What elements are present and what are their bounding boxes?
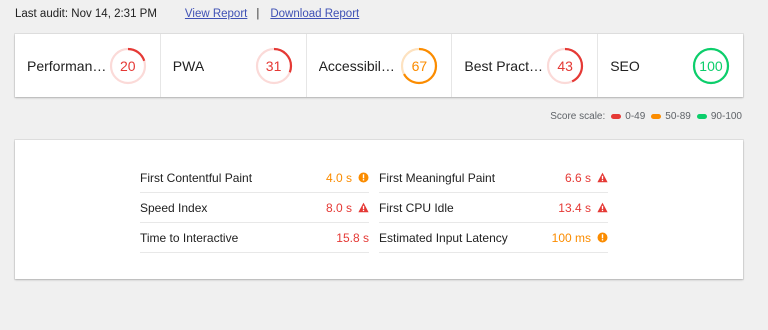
pass-swatch-icon [696, 114, 707, 119]
metric-name: Time to Interactive [140, 230, 239, 245]
warning-triangle-icon [597, 202, 608, 213]
scale-range-average: 50-89 [651, 111, 691, 122]
score-gauge: 43 [546, 47, 584, 85]
score-label: SEO [610, 57, 640, 74]
metrics-panel: First Contentful Paint 4.0 s Speed Index… [15, 140, 743, 279]
metric-name: Estimated Input Latency [379, 230, 508, 245]
score-gauge: 31 [255, 47, 293, 85]
scale-range-pass: 90-100 [696, 111, 742, 122]
score-value: 100 [699, 57, 723, 74]
metric-value: 6.6 s [564, 170, 591, 185]
metric-name: First Meaningful Paint [379, 170, 496, 185]
metrics-column-right: First Meaningful Paint 6.6 s First CPU I… [379, 163, 608, 253]
info-circle-icon [597, 232, 608, 243]
score-label: Best Pract… [464, 57, 543, 74]
warning-triangle-icon [597, 172, 608, 183]
score-label: Accessibil… [318, 57, 395, 74]
score-gauge: 20 [109, 47, 147, 85]
score-value: 43 [557, 57, 573, 74]
score-scale-legend: Score scale: 0-49 50-89 90-100 [550, 111, 742, 122]
audit-header: Last audit: Nov 14, 2:31 PM View Report … [15, 6, 359, 22]
metric-name: First Contentful Paint [140, 170, 253, 185]
score-card-accessibility[interactable]: Accessibil… 67 [307, 34, 453, 97]
metric-row-speed-index: Speed Index 8.0 s [140, 193, 369, 223]
scale-range-label: 0-49 [625, 111, 646, 122]
view-report-link[interactable]: View Report [185, 8, 247, 20]
score-gauge: 100 [692, 47, 730, 85]
scale-range-label: 90-100 [710, 111, 742, 122]
score-summary-panel: Performan… 20 PWA 31 Accessibil… 67 Best… [15, 34, 743, 97]
metric-row-estimated-input-latency: Estimated Input Latency 100 ms [379, 223, 608, 253]
link-separator: | [256, 8, 260, 20]
score-value: 20 [120, 57, 136, 74]
last-audit-text: Last audit: Nov 14, 2:31 PM [15, 8, 157, 20]
metric-value: 13.4 s [558, 200, 591, 215]
download-report-link[interactable]: Download Report [270, 8, 359, 20]
scale-range-label: 50-89 [665, 111, 691, 122]
metric-value: 15.8 s [336, 230, 369, 245]
score-value: 31 [265, 57, 282, 74]
metrics-column-left: First Contentful Paint 4.0 s Speed Index… [140, 163, 369, 253]
score-card-best-practices[interactable]: Best Pract… 43 [452, 34, 599, 97]
score-label: PWA [172, 57, 205, 74]
scale-range-fail: 0-49 [611, 111, 645, 122]
metric-row-first-contentful-paint: First Contentful Paint 4.0 s [140, 163, 369, 193]
metric-value: 8.0 s [325, 200, 352, 215]
score-label: Performan… [27, 57, 107, 74]
score-card-pwa[interactable]: PWA 31 [161, 34, 307, 97]
warning-triangle-icon [358, 202, 369, 213]
metric-row-first-cpu-idle: First CPU Idle 13.4 s [379, 193, 608, 223]
metric-row-first-meaningful-paint: First Meaningful Paint 6.6 s [379, 163, 608, 193]
info-circle-icon [358, 172, 369, 183]
score-card-performance[interactable]: Performan… 20 [15, 34, 161, 97]
fail-swatch-icon [611, 114, 622, 119]
score-scale-label: Score scale: [550, 111, 606, 122]
metric-value: 4.0 s [325, 170, 352, 185]
metric-name: First CPU Idle [379, 200, 454, 215]
metric-row-time-to-interactive: Time to Interactive 15.8 s [140, 223, 369, 253]
score-gauge: 67 [400, 47, 438, 85]
score-value: 67 [411, 57, 428, 74]
score-card-seo[interactable]: SEO 100 [598, 34, 743, 97]
metric-name: Speed Index [140, 200, 208, 215]
metric-value: 100 ms [551, 230, 591, 245]
average-swatch-icon [651, 114, 662, 119]
